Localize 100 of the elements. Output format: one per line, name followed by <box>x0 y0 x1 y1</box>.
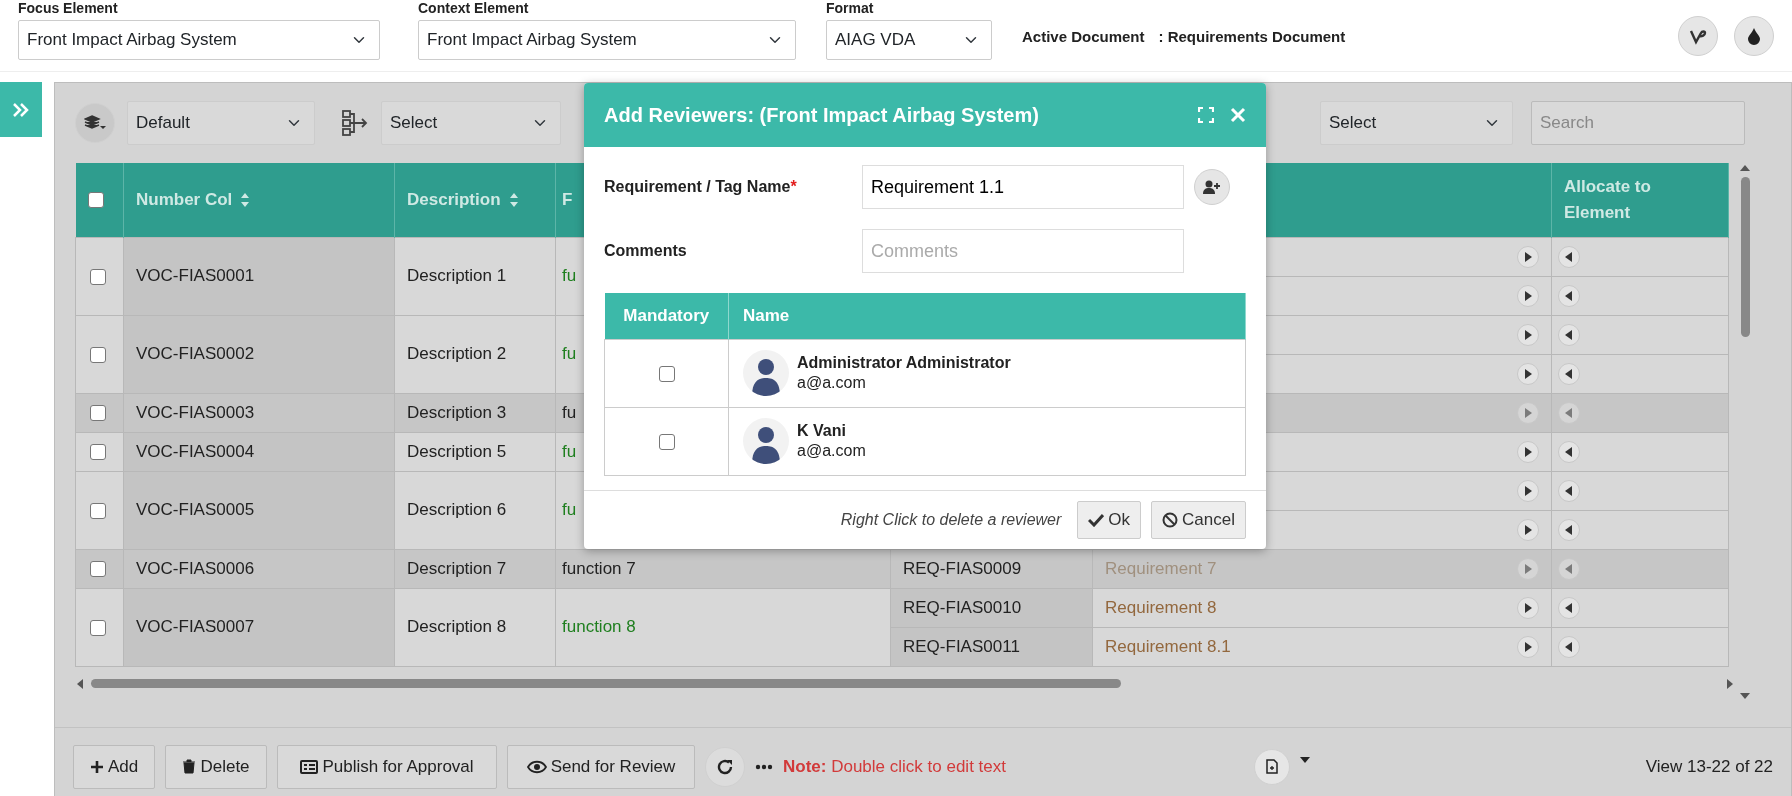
curl-icon <box>1689 27 1707 45</box>
view-dropdown[interactable]: Default <box>127 101 315 145</box>
right-arrow-button[interactable] <box>1517 441 1539 464</box>
scrollbar-thumb[interactable] <box>91 679 1121 688</box>
toolbar-button[interactable]: Publish for Approval <box>277 744 497 789</box>
dropdown-field[interactable]: Front Impact Airbag System <box>18 20 380 60</box>
right-arrow-button[interactable] <box>1517 246 1539 269</box>
mandatory-checkbox[interactable] <box>658 433 675 450</box>
table-cell: VOC-FIAS0004 <box>136 441 255 461</box>
row-checkbox[interactable] <box>90 405 106 422</box>
table-cell: Description 1 <box>407 266 507 286</box>
right-arrow-button[interactable] <box>1517 480 1539 503</box>
reviewer-email: a@a.com <box>797 373 867 393</box>
right-arrow-icon <box>1524 252 1532 263</box>
left-arrow-icon <box>1565 447 1573 458</box>
right-arrow-icon <box>1524 564 1532 575</box>
left-arrow-button[interactable] <box>1558 324 1580 347</box>
table-cell: REQ-FIAS0010 <box>903 597 1022 617</box>
right-arrow-button[interactable] <box>1517 324 1539 347</box>
dropdown-field[interactable]: AIAG VDA <box>826 20 992 60</box>
eye-icon <box>526 759 547 774</box>
table-cell: Description 2 <box>407 344 507 364</box>
left-arrow-button[interactable] <box>1558 441 1580 464</box>
curl-icon-button[interactable] <box>1678 16 1718 56</box>
toolbar-button[interactable]: Delete <box>165 744 267 789</box>
right-arrow-icon <box>1524 525 1532 536</box>
row-checkbox[interactable] <box>90 268 106 285</box>
cancel-button[interactable]: Cancel <box>1151 500 1246 539</box>
scrollbar-thumb[interactable] <box>1740 177 1750 337</box>
row-checkbox[interactable] <box>90 346 106 363</box>
right-arrow-button[interactable] <box>1517 285 1539 308</box>
field-label: Format <box>826 0 875 16</box>
field-label: Context Element <box>418 0 530 16</box>
toolbar-button[interactable]: Send for Review <box>507 744 695 789</box>
search-field[interactable]: Search <box>1531 101 1745 145</box>
field-value: : Requirements Document <box>1158 27 1346 47</box>
table-cell-text: Requirement 8.1 <box>1105 635 1231 658</box>
left-arrow-button[interactable] <box>1558 246 1580 269</box>
column-header: Mandatory <box>623 306 710 325</box>
hint-text: Right Click to delete a reviewer <box>840 509 1062 530</box>
left-arrow-button[interactable] <box>1558 636 1580 659</box>
field-label: Requirement / Tag Name* <box>604 177 798 197</box>
close-icon <box>1230 107 1246 123</box>
left-arrow-button[interactable] <box>1558 285 1580 308</box>
table-cell: VOC-FIAS0002 <box>136 344 255 364</box>
left-arrow-button[interactable] <box>1558 480 1580 503</box>
table-cell: fu <box>562 402 577 422</box>
vertical-scrollbar[interactable] <box>1737 163 1753 701</box>
left-arrow-icon <box>1565 564 1573 575</box>
dropdown-field[interactable]: Front Impact Airbag System <box>418 20 796 60</box>
right-arrow-icon <box>1524 330 1532 341</box>
field-label: Comments <box>604 241 688 261</box>
right-arrow-icon <box>1524 486 1532 497</box>
right-arrow-button[interactable] <box>1517 363 1539 386</box>
tag-name-field[interactable]: Requirement 1.1 <box>862 165 1184 209</box>
scroll-down-icon <box>1739 691 1751 701</box>
row-checkbox[interactable] <box>90 561 106 578</box>
table-cell-text: Requirement 8 <box>1105 596 1217 619</box>
reviewer-email: a@a.com <box>797 441 866 461</box>
right-arrow-icon <box>1524 369 1532 380</box>
select-all-checkbox[interactable] <box>87 192 104 209</box>
left-arrow-button[interactable] <box>1558 519 1580 542</box>
sidebar-toggle-button[interactable] <box>0 82 42 137</box>
ok-button[interactable]: Ok <box>1077 500 1142 539</box>
dialog-title: Add Reviewers: (Front Impact Airbag System) <box>604 103 1039 128</box>
left-arrow-button[interactable] <box>1558 597 1580 620</box>
right-arrow-button[interactable] <box>1517 597 1539 620</box>
table-cell: VOC-FIAS0007 <box>136 617 255 637</box>
refresh-icon <box>716 757 734 776</box>
right-arrow-icon <box>1524 603 1532 614</box>
right-arrow-button[interactable] <box>1517 636 1539 659</box>
mandatory-checkbox[interactable] <box>658 365 675 382</box>
file-icon <box>1266 759 1278 774</box>
layers-button[interactable] <box>75 103 115 143</box>
left-arrow-button[interactable] <box>1558 363 1580 386</box>
left-arrow-icon <box>1565 525 1573 536</box>
toolbar-button[interactable]: Add <box>73 744 155 789</box>
drop-icon <box>1747 27 1761 45</box>
comments-field[interactable]: Comments <box>862 229 1184 273</box>
row-checkbox[interactable] <box>90 619 106 636</box>
table-cell: fu <box>562 500 577 520</box>
field-label: Active Document <box>1022 27 1145 47</box>
table-cell: fu <box>562 266 577 286</box>
row-checkbox[interactable] <box>90 444 106 461</box>
trash-icon <box>182 759 197 774</box>
left-arrow-icon <box>1565 369 1573 380</box>
right-arrow-button[interactable] <box>1517 519 1539 542</box>
row-checkbox[interactable] <box>90 502 106 519</box>
add-user-button[interactable] <box>1194 169 1230 205</box>
left-arrow-icon <box>1565 486 1573 497</box>
right-arrow-icon <box>1524 291 1532 302</box>
filter-dropdown[interactable]: Select <box>1320 101 1513 145</box>
reviewer-name: K Vani <box>797 421 847 441</box>
table-cell: Description 6 <box>407 500 507 520</box>
cancel-icon <box>1162 511 1179 528</box>
scroll-left-icon <box>75 677 85 690</box>
table-cell: Description 8 <box>407 617 507 637</box>
group-dropdown[interactable]: Select <box>381 101 561 145</box>
table-cell: VOC-FIAS0003 <box>136 402 255 422</box>
drop-icon-button[interactable] <box>1734 16 1774 56</box>
